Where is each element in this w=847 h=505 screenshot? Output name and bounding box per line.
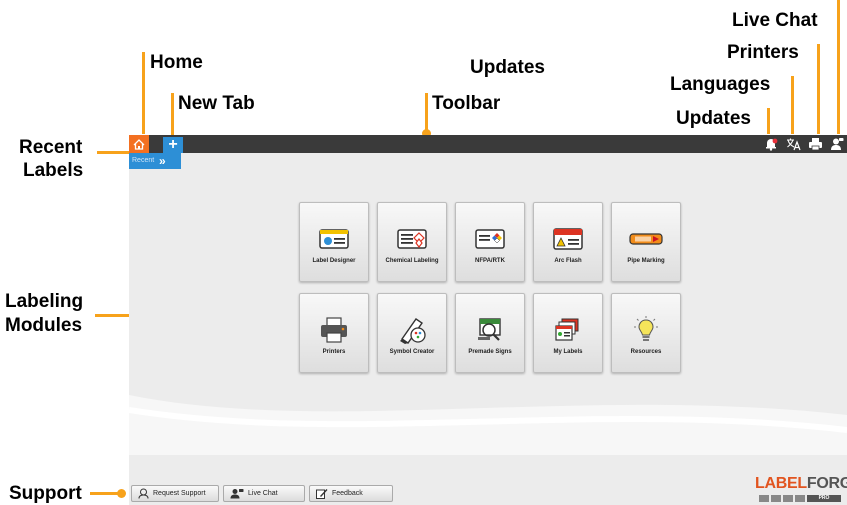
module-label: My Labels xyxy=(553,349,583,355)
annotation-updates-right: Updates xyxy=(676,108,751,129)
home-button[interactable] xyxy=(129,135,149,153)
request-support-label: Request Support xyxy=(153,490,206,497)
arc-flash-icon xyxy=(548,223,588,255)
pointer-live-chat xyxy=(837,0,840,134)
module-pipe-marking[interactable]: Pipe Marking xyxy=(611,202,681,282)
nfpa-rtk-icon xyxy=(470,223,510,255)
feedback-icon xyxy=(316,489,328,499)
pipe-marking-icon xyxy=(626,223,666,255)
support-agent-icon xyxy=(138,488,149,499)
languages-button[interactable] xyxy=(785,136,801,152)
bell-icon xyxy=(766,138,778,151)
logo-pro-text: PRO xyxy=(807,495,841,502)
feedback-label: Feedback xyxy=(332,490,363,497)
chat-icon xyxy=(230,489,244,499)
labelforge-logo: LABELFORGE xyxy=(755,475,847,493)
annotation-live-chat: Live Chat xyxy=(732,10,818,31)
pointer-languages xyxy=(791,76,794,134)
annotation-printers: Printers xyxy=(727,42,799,63)
annotation-updates-top: Updates xyxy=(470,57,545,78)
pointer-recent-labels xyxy=(97,151,133,154)
printer-icon xyxy=(808,138,822,151)
live-chat-label: Live Chat xyxy=(248,490,278,497)
pointer-toolbar xyxy=(425,93,428,130)
logo-label-text: LABEL xyxy=(755,475,807,492)
module-label: Pipe Marking xyxy=(627,258,665,264)
user-chat-icon xyxy=(831,138,844,150)
recent-label: Recent xyxy=(132,157,155,164)
module-label: Chemical Labeling xyxy=(385,258,439,264)
annotation-toolbar: Toolbar xyxy=(432,93,501,114)
annotation-labeling-2: Modules xyxy=(5,315,83,336)
annotation-labeling-1: Labeling xyxy=(5,291,84,312)
live-chat-button[interactable] xyxy=(829,136,845,152)
my-labels-icon xyxy=(548,314,588,346)
recent-labels-tab[interactable]: Recent » xyxy=(129,153,181,169)
module-printers[interactable]: Printers xyxy=(299,293,369,373)
translate-icon xyxy=(786,138,801,151)
module-label: Symbol Creator xyxy=(389,349,435,355)
module-label: Arc Flash xyxy=(554,258,582,264)
request-support-button[interactable]: Request Support xyxy=(131,485,219,502)
printers-button[interactable] xyxy=(807,136,823,152)
feedback-button[interactable]: Feedback xyxy=(309,485,393,502)
premade-signs-icon xyxy=(470,314,510,346)
chemical-labeling-icon xyxy=(392,223,432,255)
annotation-home: Home xyxy=(150,52,203,73)
pointer-support-dot xyxy=(117,489,126,498)
home-icon xyxy=(133,138,145,150)
pointer-new-tab xyxy=(171,93,174,135)
pointer-home xyxy=(142,52,145,134)
new-tab-button[interactable]: + xyxy=(163,137,183,153)
module-label: Printers xyxy=(322,349,346,355)
background-wave xyxy=(129,395,847,455)
toolbar: + xyxy=(129,135,847,153)
updates-button[interactable] xyxy=(763,136,779,152)
printer-module-icon xyxy=(314,314,354,346)
symbol-creator-icon xyxy=(392,314,432,346)
module-resources[interactable]: Resources xyxy=(611,293,681,373)
app-window: + Recent » Label Designer Chemical Label… xyxy=(129,135,847,505)
module-premade-signs[interactable]: Premade Signs xyxy=(455,293,525,373)
logo-forge-text: FORGE xyxy=(806,475,847,492)
module-label: NFPA/RTK xyxy=(475,258,505,264)
logo-pro-badge: PRO xyxy=(759,495,841,502)
annotation-support: Support xyxy=(9,483,82,504)
annotation-recent-labels-1: Recent xyxy=(19,137,83,158)
toolbar-right-icons xyxy=(763,135,847,153)
module-chemical-labeling[interactable]: Chemical Labeling xyxy=(377,202,447,282)
module-nfpa-rtk[interactable]: NFPA/RTK xyxy=(455,202,525,282)
module-symbol-creator[interactable]: Symbol Creator xyxy=(377,293,447,373)
lightbulb-icon xyxy=(626,314,666,346)
annotation-recent-labels-2: Labels xyxy=(23,160,84,181)
module-my-labels[interactable]: My Labels xyxy=(533,293,603,373)
live-chat-support-button[interactable]: Live Chat xyxy=(223,485,305,502)
annotation-new-tab: New Tab xyxy=(178,93,255,114)
pointer-printers xyxy=(817,44,820,134)
label-designer-icon xyxy=(314,223,354,255)
module-label: Premade Signs xyxy=(468,349,512,355)
module-label-designer[interactable]: Label Designer xyxy=(299,202,369,282)
annotation-languages: Languages xyxy=(670,74,771,95)
module-label: Resources xyxy=(630,349,662,355)
chevron-right-icon: » xyxy=(159,154,166,168)
module-arc-flash[interactable]: Arc Flash xyxy=(533,202,603,282)
module-label: Label Designer xyxy=(312,258,356,264)
pointer-updates xyxy=(767,108,770,134)
